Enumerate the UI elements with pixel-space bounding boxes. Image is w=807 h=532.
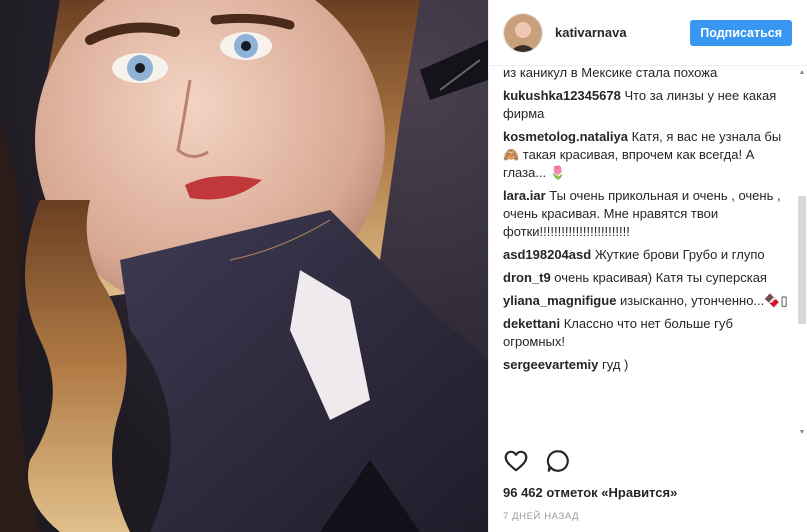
post-timestamp: 7 ДНЕЙ НАЗАД [503,511,580,522]
list-item: kosmetolog.nataliya Катя, я вас не узнал… [503,128,792,182]
comments-list[interactable]: из каникул в Мексике стала похожа kukush… [503,66,792,440]
list-item: kukushka12345678 Что за линзы у нее кака… [503,87,792,123]
scroll-up-arrow-icon[interactable]: ▲ [798,68,806,78]
post-actions [503,448,571,479]
list-item: dron_t9 очень красивая) Катя ты суперска… [503,269,792,287]
comment-text: из каникул в Мексике стала похожа [503,66,718,80]
username[interactable]: kativarnava [555,25,690,40]
comment-text: изысканно, утонченно...🍫▯ [620,293,788,308]
speech-bubble-icon[interactable] [545,448,571,479]
list-item: sergeevartemiy гуд ) [503,356,792,374]
scroll-down-arrow-icon[interactable]: ▼ [798,428,806,438]
list-item: lara.iar Ты очень прикольная и очень , о… [503,187,792,241]
comment-user[interactable]: lara.iar [503,188,546,203]
comment-text: Жуткие брови Грубо и глупо [594,247,765,262]
selfie-image [0,0,488,532]
comment-user[interactable]: asd198204asd [503,247,591,262]
list-item: asd198204asd Жуткие брови Грубо и глупо [503,246,792,264]
comment-user[interactable]: yliana_magnifigue [503,293,616,308]
post-sidebar: kativarnava Подписаться из каникул в Мек… [488,0,807,532]
likes-count[interactable]: 96 462 отметок «Нравится» [503,485,677,500]
comment-user[interactable]: kosmetolog.nataliya [503,129,628,144]
scrollbar-thumb[interactable] [798,196,806,324]
follow-button[interactable]: Подписаться [690,19,792,46]
comment-user[interactable]: dekettani [503,316,560,331]
comment-user[interactable]: kukushka12345678 [503,88,621,103]
heart-outline-icon[interactable] [503,448,529,479]
list-item: из каникул в Мексике стала похожа [503,66,792,82]
avatar[interactable] [503,12,543,53]
comment-user[interactable]: dron_t9 [503,270,551,285]
comment-text: очень красивая) Катя ты суперская [554,270,767,285]
comment-user[interactable]: sergeevartemiy [503,357,598,372]
list-item: yliana_magnifigue изысканно, утонченно..… [503,292,792,310]
list-item: dekettani Классно что нет больше губ огр… [503,315,792,351]
post-header: kativarnava Подписаться [489,0,807,66]
comment-text: гуд ) [602,357,629,372]
post-photo[interactable] [0,0,488,532]
